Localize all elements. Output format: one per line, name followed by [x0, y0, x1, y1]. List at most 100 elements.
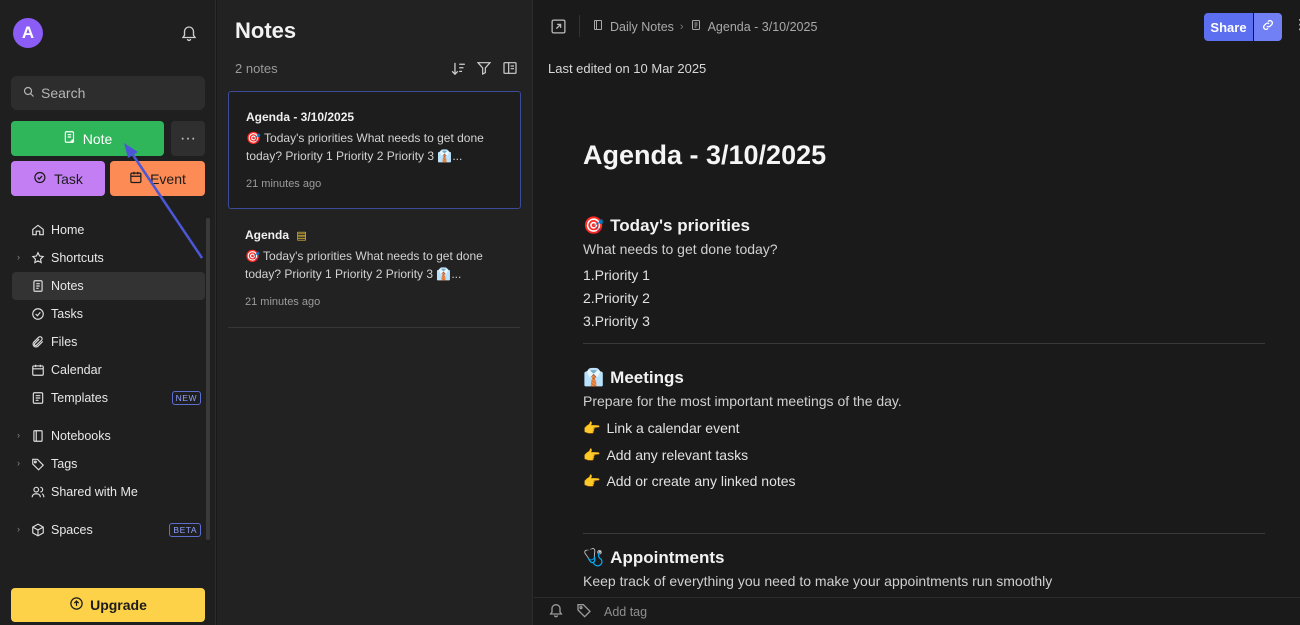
chevron-right-icon[interactable]: › — [17, 458, 20, 468]
new-event-button[interactable]: Event — [110, 161, 205, 196]
list-item: 👉 Link a calendar event — [583, 415, 1265, 442]
editor-topbar: Daily Notes › Agenda - 3/10/2025 Share ⋮ — [534, 0, 1300, 52]
check-circle-icon — [30, 307, 45, 322]
template-icon — [30, 391, 45, 406]
search-placeholder: Search — [41, 85, 86, 101]
new-task-button[interactable]: Task — [11, 161, 105, 196]
ellipsis-icon: ··· — [180, 129, 196, 147]
new-note-button[interactable]: Note — [11, 121, 164, 156]
copy-link-button[interactable] — [1254, 13, 1282, 41]
sidebar-item-label: Shortcuts — [51, 251, 104, 265]
note-card-notebook-icon: ▤ — [296, 230, 307, 242]
calendar-icon — [30, 363, 45, 378]
sidebar-item-label: Tasks — [51, 307, 83, 321]
necktie-emoji-icon: 👔 — [583, 368, 605, 387]
pointing-hand-icon: 👉 — [583, 420, 601, 436]
pointing-hand-icon: 👉 — [583, 473, 601, 489]
note-card[interactable]: Agenda ▤ 🎯 Today's priorities What needs… — [228, 210, 521, 328]
add-tag-icon[interactable] — [576, 602, 592, 621]
users-icon — [30, 485, 45, 500]
star-icon — [30, 251, 45, 266]
stethoscope-emoji-icon: 🩺 — [583, 547, 605, 567]
notes-count: 2 notes — [235, 61, 278, 76]
expand-icon[interactable] — [550, 18, 567, 40]
chevron-right-icon[interactable]: › — [17, 430, 20, 440]
breadcrumb-note[interactable]: Agenda - 3/10/2025 — [708, 20, 818, 34]
note-title[interactable]: Agenda - 3/10/2025 — [583, 140, 1265, 192]
filter-icon[interactable] — [475, 59, 493, 77]
list-item: 1.Priority 1 — [583, 267, 650, 283]
breadcrumb: Daily Notes › Agenda - 3/10/2025 — [592, 19, 817, 34]
more-vertical-icon[interactable]: ⋮ — [1293, 16, 1300, 33]
note-editor: Daily Notes › Agenda - 3/10/2025 Share ⋮… — [534, 0, 1300, 625]
more-options-button[interactable]: ··· — [171, 121, 205, 156]
notes-toolbar — [449, 59, 519, 77]
note-card-title: Agenda ▤ — [245, 228, 307, 242]
notes-list-panel: Notes 2 notes Agenda - 3/10/2025 🎯 Today… — [217, 0, 533, 625]
note-icon — [30, 279, 45, 294]
target-emoji-icon: 🎯 — [583, 216, 605, 235]
sidebar-item-label: Calendar — [51, 363, 102, 377]
chevron-right-icon[interactable]: › — [17, 252, 20, 262]
note-plus-icon — [63, 130, 77, 147]
divider — [583, 343, 1265, 344]
sidebar-item-tags[interactable]: › Tags — [12, 450, 205, 478]
section-description: Prepare for the most important meetings … — [583, 393, 902, 409]
sidebar-item-tasks[interactable]: Tasks — [12, 300, 205, 328]
list-item: 3.Priority 3 — [583, 313, 650, 329]
new-event-label: Event — [150, 170, 186, 187]
list-item: 👉 Add or create any linked notes — [583, 468, 1265, 495]
sidebar-item-spaces[interactable]: › Spaces BETA — [12, 516, 205, 544]
share-button[interactable]: Share — [1204, 13, 1253, 41]
beta-badge: BETA — [169, 523, 201, 537]
sidebar-item-label: Notes — [51, 279, 84, 293]
new-task-label: Task — [54, 170, 83, 187]
sidebar-item-shared-with-me[interactable]: Shared with Me — [12, 478, 205, 506]
sidebar-scrollbar[interactable] — [206, 218, 210, 540]
avatar[interactable]: A — [13, 18, 43, 48]
cube-icon — [30, 523, 45, 538]
sidebar-item-label: Templates — [51, 391, 108, 405]
sidebar-item-label: Home — [51, 223, 85, 237]
sidebar-item-label: Tags — [51, 457, 78, 471]
sidebar-item-label: Spaces — [51, 523, 93, 537]
sidebar-item-calendar[interactable]: Calendar — [12, 356, 205, 384]
sidebar-item-files[interactable]: Files — [12, 328, 205, 356]
note-card-title: Agenda - 3/10/2025 — [246, 110, 355, 124]
pointing-hand-icon: 👉 — [583, 446, 601, 463]
note-card-time: 21 minutes ago — [245, 296, 321, 308]
sidebar-item-notebooks[interactable]: › Notebooks — [12, 422, 205, 450]
note-card-snippet: 🎯 Today's priorities What needs to get d… — [245, 249, 483, 263]
note-card-snippet: 🎯 Today's priorities What needs to get d… — [246, 131, 484, 145]
divider — [583, 532, 1265, 534]
task-plus-icon — [33, 170, 48, 188]
notes-list-title: Notes — [235, 18, 297, 43]
sidebar-item-label: Notebooks — [51, 429, 111, 443]
view-layout-icon[interactable] — [501, 59, 519, 77]
note-card-time: 21 minutes ago — [246, 178, 322, 190]
sidebar-item-label: Files — [51, 335, 78, 349]
notebook-icon — [592, 19, 604, 34]
reminder-bell-icon[interactable] — [548, 602, 564, 621]
last-edited: Last edited on 10 Mar 2025 — [548, 61, 707, 76]
upgrade-button[interactable]: Upgrade — [11, 588, 205, 622]
calendar-plus-icon — [129, 170, 144, 188]
section-heading: 👔 Meetings — [583, 368, 684, 387]
sidebar-item-notes[interactable]: Notes — [12, 272, 205, 300]
search-input[interactable]: Search — [11, 76, 205, 110]
section-description: Keep track of everything you need to mak… — [583, 572, 1053, 589]
bell-icon[interactable] — [180, 24, 198, 42]
add-tag-input[interactable]: Add tag — [604, 605, 647, 619]
note-body[interactable]: Agenda - 3/10/2025 🎯 Today's priorities … — [583, 140, 1265, 592]
sidebar-item-templates[interactable]: Templates NEW — [12, 384, 205, 412]
note-card[interactable]: Agenda - 3/10/2025 🎯 Today's priorities … — [228, 91, 521, 209]
breadcrumb-notebook[interactable]: Daily Notes — [610, 20, 674, 34]
sidebar-nav: Home › Shortcuts Notes Tasks Files Calen… — [12, 216, 205, 544]
sidebar-item-shortcuts[interactable]: › Shortcuts — [12, 244, 205, 272]
sidebar-item-home[interactable]: Home — [12, 216, 205, 244]
chevron-right-icon[interactable]: › — [17, 524, 20, 534]
tag-icon — [30, 457, 45, 472]
sort-icon[interactable] — [449, 59, 467, 77]
home-icon — [30, 223, 45, 238]
new-note-label: Note — [82, 130, 113, 147]
